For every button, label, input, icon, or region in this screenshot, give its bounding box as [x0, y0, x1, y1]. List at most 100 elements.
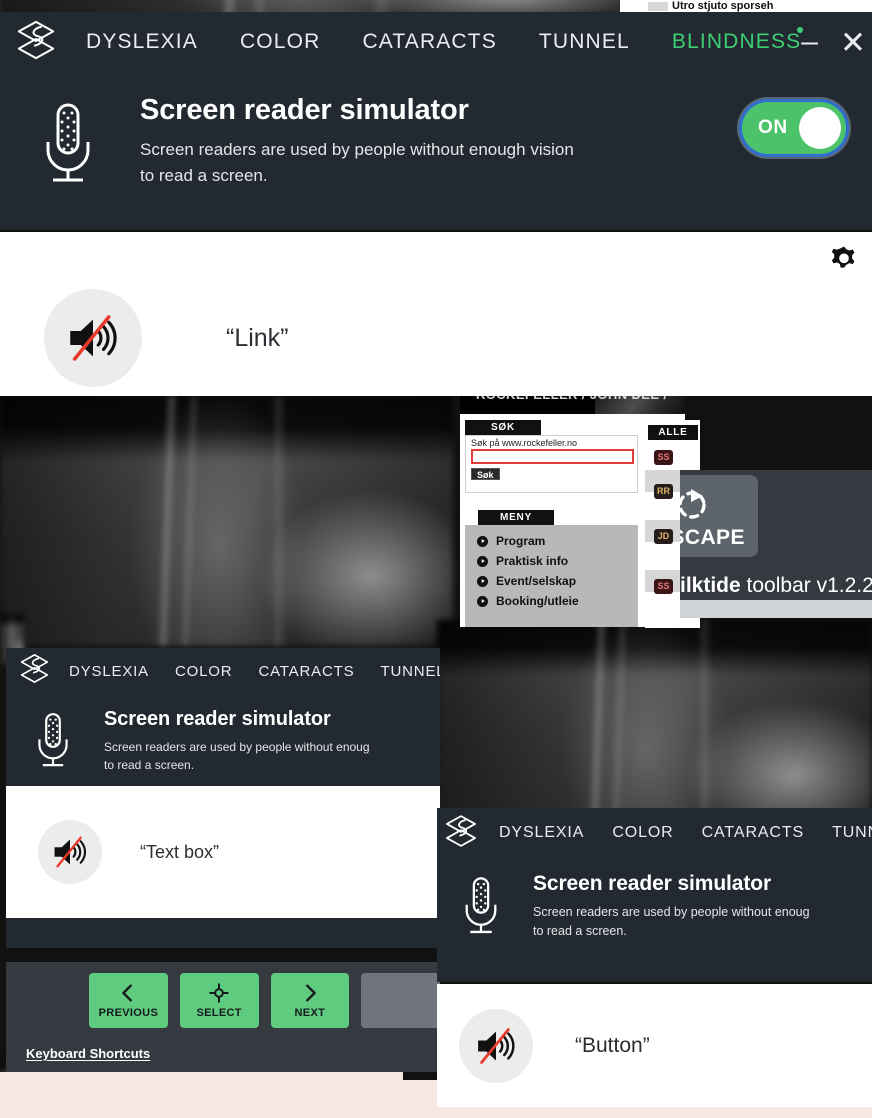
keyboard-shortcuts-link[interactable]: Keyboard Shortcuts — [26, 1046, 150, 1061]
announcement-label: “Link” — [226, 323, 289, 352]
toolbar-nav: DYSLEXIA COLOR CATARACTS TUNNEL BLINDNES… — [0, 12, 872, 72]
menu-item-label: Praktisk info — [496, 554, 569, 568]
toggle-knob — [799, 107, 841, 149]
nav-item-color[interactable]: COLOR — [240, 30, 320, 54]
previous-button-label: PREVIOUS — [98, 1007, 159, 1019]
event-badge: RR — [654, 483, 673, 499]
menu-item-label: Event/selskap — [496, 574, 577, 588]
menu-item[interactable]: Booking/utleie — [477, 591, 638, 611]
search-hint: Søk på www.rockefeller.no — [471, 438, 578, 448]
background-photo-left — [0, 396, 453, 646]
event-row[interactable]: SS — [645, 446, 700, 468]
silktide-logo[interactable] — [14, 18, 58, 67]
announcement-label: “Text box” — [140, 841, 220, 862]
search-submit-button[interactable]: Søk — [471, 468, 500, 480]
nav-item-cataracts[interactable]: CATARACTS — [702, 824, 804, 842]
menu-item[interactable]: Event/selskap — [477, 571, 638, 591]
simulator-desc-line2: to read a screen. — [104, 758, 195, 772]
simulator-desc-line2: to read a screen. — [140, 166, 268, 185]
select-button-label: SELECT — [196, 1007, 242, 1019]
nav-item-dyslexia[interactable]: DYSLEXIA — [499, 824, 584, 842]
simulator-title: Screen reader simulator — [533, 872, 772, 895]
microphone-icon — [40, 102, 96, 189]
page-accent-strip-corner — [0, 1072, 403, 1118]
control-button-partial[interactable] — [361, 973, 440, 1028]
speaker-muted-icon — [44, 289, 142, 387]
readout-secondary: “Text box” — [6, 786, 440, 918]
toolbar-tertiary: DYSLEXIA COLOR CATARACTS TUNNEL — [437, 808, 872, 982]
play-bullet-icon — [477, 535, 488, 547]
silktide-logo[interactable] — [443, 813, 479, 854]
menu-section-label: MENY — [478, 510, 554, 525]
version-line: Silktide toolbar v1.2.2 — [680, 574, 872, 598]
simulator-title: Screen reader simulator — [104, 708, 331, 730]
toolbar-nav-secondary: DYSLEXIA COLOR CATARACTS TUNNEL — [6, 648, 440, 694]
readout-primary: “Link” — [0, 232, 872, 396]
play-bullet-icon — [477, 575, 488, 587]
event-badge: SS — [654, 449, 673, 465]
next-button-label: NEXT — [294, 1007, 326, 1019]
page-accent-strip-bottom — [437, 1107, 872, 1118]
announcement-label: “Button” — [575, 1034, 650, 1057]
nav-item-blindness[interactable]: BLINDNESS — [672, 26, 803, 54]
simulator-desc-line1: Screen readers are used by people withou… — [533, 905, 810, 919]
chevron-left-icon — [122, 984, 133, 1002]
version-rest: toolbar v1.2.2 — [740, 574, 872, 597]
nav-item-dyslexia[interactable]: DYSLEXIA — [69, 663, 149, 680]
search-input[interactable] — [471, 449, 634, 464]
background-photo-right — [437, 620, 872, 835]
simulator-header: Screen reader simulator Screen readers a… — [0, 72, 872, 189]
menu-item-label: Program — [496, 534, 546, 548]
nav-item-tunnel[interactable]: TUNNEL — [380, 663, 440, 680]
silktide-logo[interactable] — [18, 652, 51, 690]
play-bullet-icon — [477, 555, 488, 567]
nav-item-tunnel[interactable]: TUNNEL — [832, 824, 872, 842]
menu-item-label: Booking/utleie — [496, 594, 579, 608]
menu-item[interactable]: Praktisk info — [477, 551, 638, 571]
speaker-muted-icon — [459, 1009, 533, 1083]
active-indicator-dot — [796, 26, 803, 33]
toolbar-primary: DYSLEXIA COLOR CATARACTS TUNNEL BLINDNES… — [0, 12, 872, 230]
simulator-text: Screen reader simulator Screen readers a… — [140, 94, 574, 189]
loading-spinner-icon — [680, 488, 709, 522]
announcement-row-secondary: “Text box” — [38, 820, 219, 884]
announcement-row: “Link” — [44, 289, 289, 387]
nav-item-color[interactable]: COLOR — [175, 663, 232, 680]
speaker-muted-icon — [38, 820, 102, 884]
simulator-desc-line1: Screen readers are used by people withou… — [140, 140, 574, 159]
nav-item-cataracts[interactable]: CATARACTS — [362, 30, 496, 54]
simulator-desc-line1: Screen readers are used by people withou… — [104, 740, 370, 754]
toolbar-nav-tertiary: DYSLEXIA COLOR CATARACTS TUNNEL — [437, 808, 872, 858]
menu-box: Program Praktisk info Event/selskap Book… — [465, 525, 638, 627]
escape-label: ESCAPE — [680, 526, 745, 549]
nav-item-cataracts[interactable]: CATARACTS — [258, 663, 354, 680]
simulator-toggle[interactable]: ON — [742, 102, 846, 154]
simulator-text-tertiary: Screen reader simulator Screen readers a… — [533, 872, 810, 941]
announcement-row-tertiary: “Button” — [459, 1009, 650, 1083]
search-box: Søk på www.rockefeller.no Søk — [465, 435, 638, 493]
search-section-label: SØK — [465, 420, 541, 435]
simulator-desc-line2: to read a screen. — [533, 924, 627, 938]
microphone-icon — [461, 876, 501, 940]
toggle-label: ON — [758, 117, 788, 138]
screen: Utro stjuto sporseh ROCKEFELLER / JOHN D… — [0, 0, 872, 1118]
nav-item-color[interactable]: COLOR — [612, 824, 673, 842]
minimize-button[interactable]: – — [801, 27, 818, 57]
window-buttons: – ✕ — [801, 27, 866, 58]
menu-item[interactable]: Program — [477, 531, 638, 551]
toolbar-secondary: DYSLEXIA COLOR CATARACTS TUNNEL Screen r… — [6, 648, 440, 948]
page-accent-strip-left — [403, 1080, 437, 1118]
select-button[interactable]: SELECT — [179, 973, 259, 1028]
nav-item-tunnel[interactable]: TUNNEL — [539, 30, 630, 54]
gear-icon[interactable] — [830, 246, 858, 279]
next-button[interactable]: NEXT — [270, 973, 350, 1028]
nav-item-dyslexia[interactable]: DYSLEXIA — [86, 30, 198, 54]
simulator-title: Screen reader simulator — [140, 94, 469, 126]
events-section-label: ALLE — [648, 425, 698, 440]
chevron-right-icon — [305, 984, 316, 1002]
previous-button[interactable]: PREVIOUS — [89, 973, 168, 1028]
settings-panel: ESCAPE Silktide toolbar v1.2.2 — [680, 470, 872, 618]
close-button[interactable]: ✕ — [840, 27, 866, 58]
play-bullet-icon — [477, 595, 488, 607]
control-buttons: PREVIOUS SELECT NEXT — [6, 962, 440, 1028]
